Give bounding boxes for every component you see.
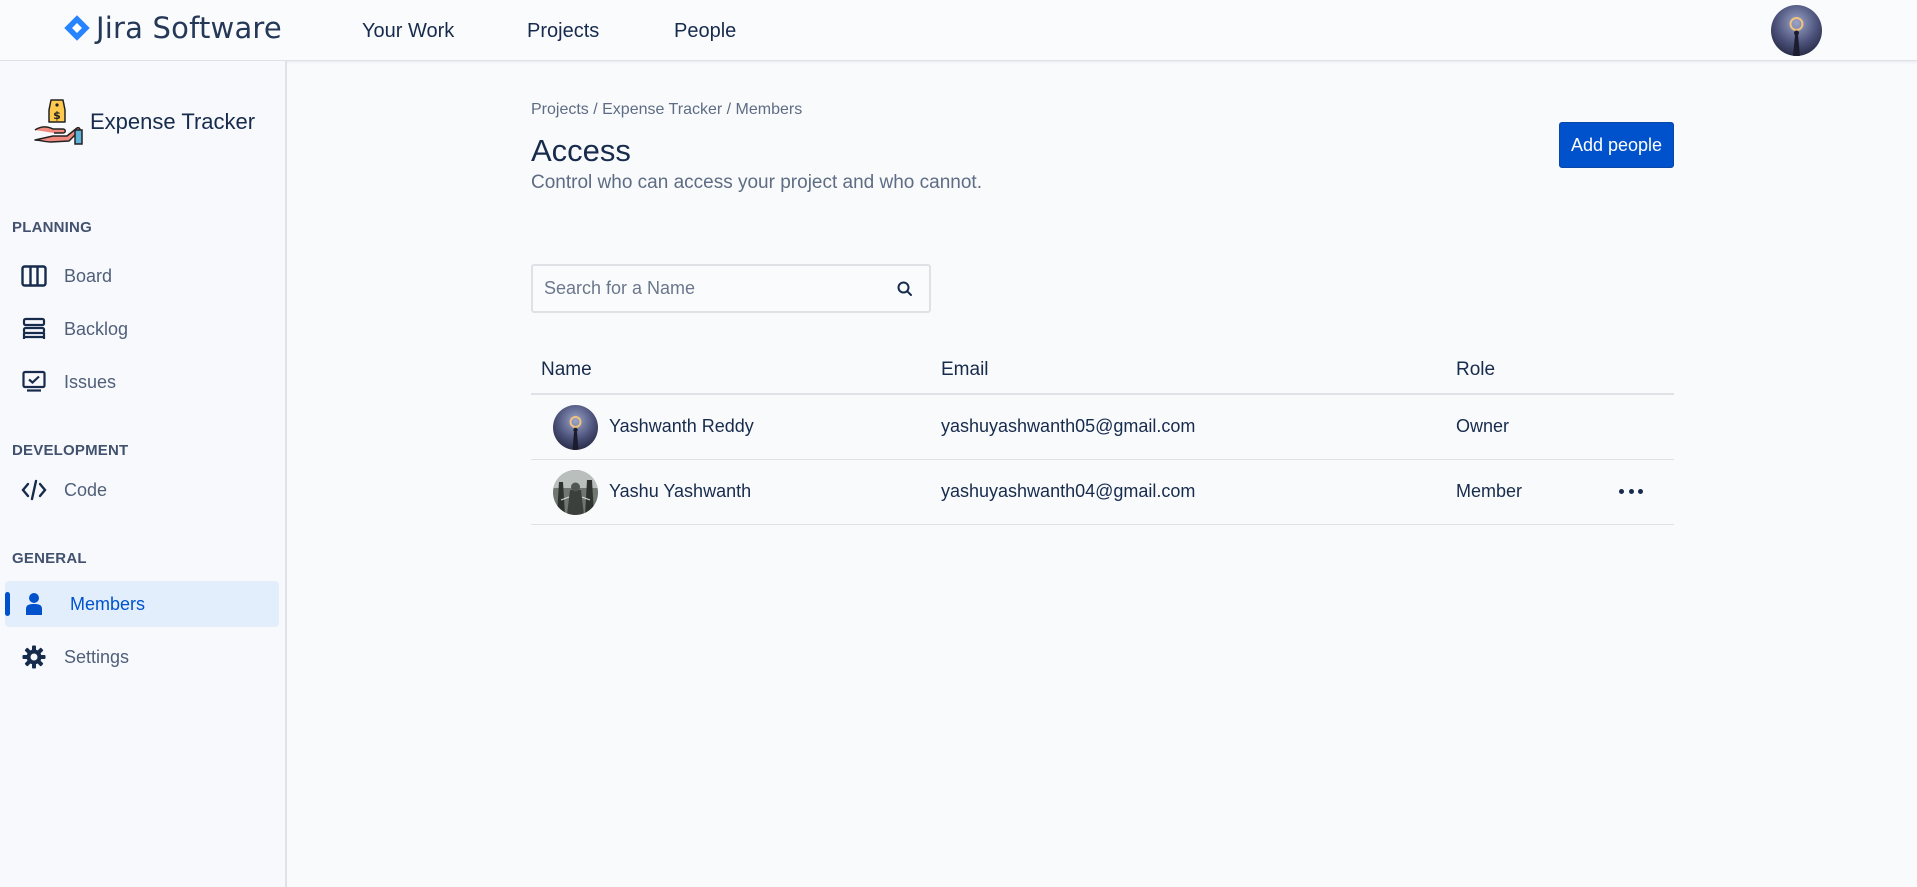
column-header-name: Name — [541, 359, 592, 380]
sidebar-item-board[interactable]: Board — [5, 253, 279, 299]
dot — [1638, 488, 1643, 494]
column-header-email: Email — [941, 359, 989, 380]
page-subtitle: Control who can access your project and … — [531, 172, 982, 193]
member-search-box — [531, 264, 931, 313]
member-role: Owner — [1456, 416, 1510, 436]
backlog-stack-icon — [19, 314, 49, 344]
sidebar-item-label: Settings — [64, 646, 130, 667]
sidebar-item-issues[interactable]: Issues — [5, 359, 279, 405]
members-table: Name Email Role Yashwanth Reddy yashuyas… — [531, 347, 1674, 525]
svg-text:$: $ — [53, 109, 61, 122]
sidebar-item-backlog[interactable]: Backlog — [5, 306, 279, 352]
project-name: Expense Tracker — [90, 109, 256, 134]
code-icon — [19, 475, 49, 505]
more-options-icon[interactable] — [1616, 479, 1646, 503]
search-icon[interactable] — [895, 279, 915, 299]
member-role: Member — [1456, 481, 1523, 501]
sidebar-item-label: Code — [64, 479, 108, 500]
active-indicator — [5, 592, 10, 616]
sidebar-item-label: Issues — [64, 371, 117, 392]
sidebar-item-label: Members — [70, 593, 146, 614]
sidebar-item-label: Backlog — [64, 318, 129, 339]
nav-your-work[interactable]: Your Work — [362, 20, 454, 43]
project-sidebar: $ Expense Tracker PLANNING Board Backlog… — [0, 61, 287, 887]
table-header: Name Email Role — [531, 347, 1674, 395]
sidebar-item-label: Board — [64, 265, 113, 286]
member-name: Yashwanth Reddy — [609, 416, 754, 436]
add-people-button[interactable]: Add people — [1559, 122, 1674, 168]
member-avatar — [553, 470, 598, 515]
nav-people[interactable]: People — [674, 20, 736, 43]
member-email: yashuyashwanth04@gmail.com — [941, 481, 1196, 501]
jira-logo[interactable]: Jira Software — [62, 10, 282, 46]
project-header[interactable]: $ Expense Tracker — [33, 96, 255, 148]
top-navigation-bar: Jira Software Your Work Projects People — [0, 0, 1917, 61]
sidebar-item-code[interactable]: Code — [5, 467, 279, 513]
column-header-role: Role — [1456, 359, 1496, 380]
board-columns-icon — [19, 261, 49, 291]
nav-projects[interactable]: Projects — [527, 20, 599, 43]
sidebar-item-members[interactable]: Members — [5, 581, 279, 627]
app-name: Jira Software — [96, 11, 282, 45]
section-planning: PLANNING — [12, 219, 92, 236]
page-title: Access — [531, 133, 631, 168]
sidebar-item-settings[interactable]: Settings — [5, 634, 279, 680]
jira-diamond-icon — [62, 13, 92, 43]
dot — [1619, 488, 1624, 494]
section-general: GENERAL — [12, 550, 87, 567]
user-avatar[interactable] — [1771, 5, 1822, 56]
search-input[interactable] — [533, 278, 883, 299]
table-row: Yashu Yashwanth yashuyashwanth04@gmail.c… — [531, 460, 1674, 525]
member-email: yashuyashwanth05@gmail.com — [941, 416, 1196, 436]
money-hand-icon: $ — [33, 96, 83, 148]
gear-icon — [19, 642, 49, 672]
issues-monitor-icon — [19, 367, 49, 397]
member-name: Yashu Yashwanth — [609, 481, 752, 501]
member-avatar — [553, 405, 598, 450]
person-icon — [19, 589, 49, 619]
dot — [1628, 488, 1634, 494]
table-row: Yashwanth Reddy yashuyashwanth05@gmail.c… — [531, 395, 1674, 460]
section-development: DEVELOPMENT — [12, 442, 129, 459]
breadcrumb[interactable]: Projects / Expense Tracker / Members — [531, 101, 802, 119]
